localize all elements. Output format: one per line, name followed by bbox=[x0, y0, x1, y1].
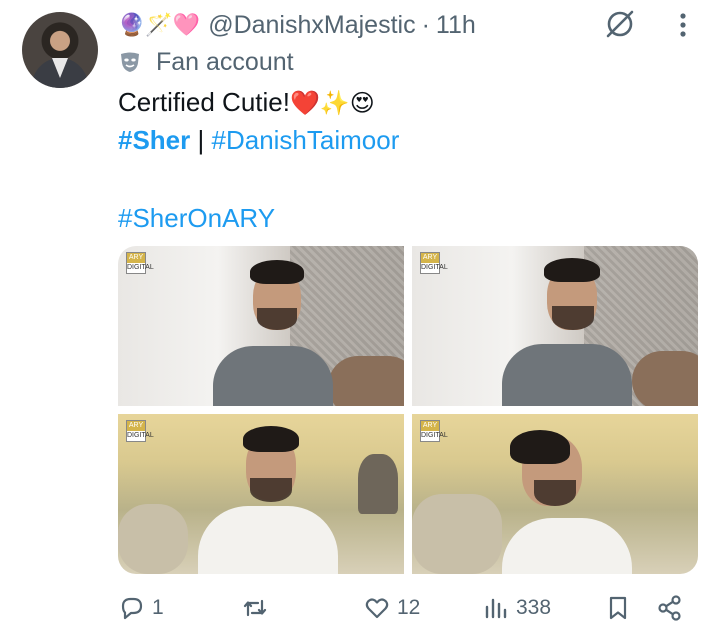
hashtag-sher[interactable]: #Sher bbox=[118, 125, 190, 155]
photo-chair bbox=[118, 504, 188, 574]
timestamp[interactable]: 11h bbox=[436, 11, 476, 40]
ary-logo-sub: DIGITAL bbox=[421, 264, 448, 271]
photo-beard bbox=[257, 308, 297, 330]
views-button[interactable]: 338 bbox=[482, 588, 551, 628]
retweet-icon bbox=[243, 599, 267, 617]
like-button[interactable]: 12 bbox=[363, 588, 420, 628]
share-button[interactable] bbox=[656, 588, 684, 628]
photo-hair bbox=[544, 258, 600, 282]
photo-hair bbox=[243, 426, 299, 452]
photo-lamp bbox=[358, 454, 398, 514]
tweet-header: 🔮🪄🩷 @DanishxMajestic · 11h bbox=[118, 8, 476, 42]
photo-chair bbox=[328, 356, 404, 406]
media-photo-3[interactable]: ARY DIGITAL bbox=[118, 414, 404, 574]
like-count: 12 bbox=[397, 596, 421, 619]
photo-chair bbox=[412, 494, 502, 574]
fan-account-label: Fan account bbox=[118, 46, 294, 78]
ary-logo-text: ARY bbox=[127, 421, 145, 431]
photo-chair bbox=[632, 351, 698, 406]
ary-logo-text: ARY bbox=[127, 253, 145, 263]
author-handle[interactable]: @DanishxMajestic bbox=[208, 11, 415, 40]
ary-logo-text: ARY bbox=[421, 253, 439, 263]
photo-hair bbox=[250, 260, 304, 284]
tweet-actions: 1 12 338 bbox=[0, 588, 719, 628]
tweet-text-main: Certified Cutie! bbox=[118, 87, 290, 117]
fan-account-text: Fan account bbox=[156, 47, 294, 76]
reply-button[interactable]: 1 bbox=[118, 588, 164, 628]
avatar[interactable] bbox=[22, 12, 98, 88]
ary-logo: ARY DIGITAL bbox=[420, 252, 448, 274]
separator: · bbox=[421, 10, 430, 39]
ary-logo-sub: DIGITAL bbox=[421, 432, 448, 439]
like-icon bbox=[365, 598, 389, 619]
hashtag-danishtaimoor[interactable]: #DanishTaimoor bbox=[212, 125, 400, 155]
bookmark-icon bbox=[609, 596, 627, 620]
bookmark-button[interactable] bbox=[604, 588, 632, 628]
reply-icon bbox=[121, 597, 143, 620]
photo-shirt bbox=[198, 506, 338, 574]
ary-logo: ARY DIGITAL bbox=[126, 252, 154, 274]
hashtag-sheronary[interactable]: #SherOnARY bbox=[118, 203, 275, 233]
hashtag-line-1: #Sher | #DanishTaimoor bbox=[118, 124, 399, 156]
reply-count: 1 bbox=[152, 596, 164, 619]
retweet-button[interactable] bbox=[241, 588, 275, 628]
views-count: 338 bbox=[516, 596, 552, 619]
grok-icon[interactable] bbox=[604, 8, 636, 40]
ary-logo-text: ARY bbox=[421, 421, 439, 431]
author-emojis: 🔮🪄🩷 bbox=[118, 12, 201, 38]
mask-icon bbox=[121, 52, 139, 72]
share-icon bbox=[658, 595, 681, 621]
more-icon[interactable] bbox=[668, 10, 698, 40]
views-icon bbox=[485, 598, 507, 619]
ary-logo: ARY DIGITAL bbox=[126, 420, 154, 442]
photo-shirt bbox=[502, 518, 632, 574]
hashtag-divider: | bbox=[197, 125, 205, 155]
ary-logo-sub: DIGITAL bbox=[127, 432, 154, 439]
tweet-text: Certified Cutie!❤️✨😍 bbox=[118, 86, 377, 119]
photo-shirt bbox=[502, 344, 632, 406]
photo-shirt bbox=[213, 346, 333, 406]
photo-beard bbox=[552, 306, 594, 330]
media-photo-4[interactable]: ARY DIGITAL bbox=[412, 414, 698, 574]
media-grid: ARY DIGITAL ARY DIGITAL ARY DIGITAL ARY DIGI… bbox=[118, 246, 698, 574]
photo-beard bbox=[250, 478, 292, 502]
photo-beard bbox=[534, 480, 576, 506]
tweet-text-emojis: ❤️✨😍 bbox=[289, 89, 375, 117]
photo-hair bbox=[510, 430, 570, 464]
hashtag-line-2: #SherOnARY bbox=[118, 202, 275, 234]
ary-logo: ARY DIGITAL bbox=[420, 420, 448, 442]
ary-logo-sub: DIGITAL bbox=[127, 264, 154, 271]
media-photo-1[interactable]: ARY DIGITAL bbox=[118, 246, 404, 406]
media-photo-2[interactable]: ARY DIGITAL bbox=[412, 246, 698, 406]
